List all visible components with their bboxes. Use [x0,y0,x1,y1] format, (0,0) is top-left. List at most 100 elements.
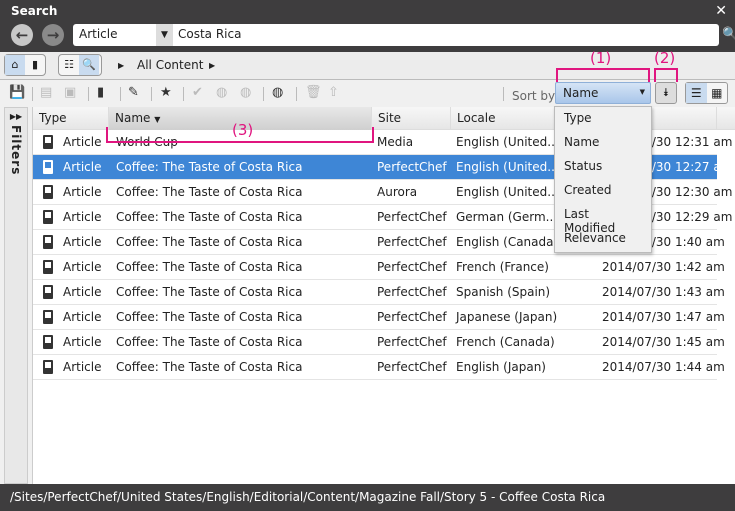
star-icon[interactable]: ★ [160,85,172,100]
sort-option-created[interactable]: Created [555,179,651,203]
home-icon[interactable]: ⌂ [5,55,25,75]
pencil-icon[interactable]: ✎ [128,85,139,100]
article-icon [43,135,53,149]
table-row[interactable]: Article Coffee: The Taste of Costa Rica … [33,280,725,305]
globe-check-icon[interactable]: ◍ [240,85,251,100]
cell-name: Coffee: The Taste of Costa Rica [116,360,303,374]
chevron-down-icon[interactable]: ▼ [156,24,173,46]
filters-label: Filters [9,125,23,176]
annotation-label-2: (2) [654,49,676,67]
close-icon[interactable]: ✕ [715,3,727,19]
cell-site: Media [377,135,414,149]
cell-modified: 2014/07/30 1:44 am [602,360,725,374]
cell-type: Article [63,135,102,149]
search-mode-icon[interactable]: 🔍 [79,55,99,75]
breadcrumb[interactable]: All Content [137,58,203,72]
article-icon [43,310,53,324]
cell-locale: French (Canada) [456,335,555,349]
cell-type: Article [63,210,102,224]
cell-modified: 2014/07/30 1:47 am [602,310,725,324]
cell-locale: English (Canada) [456,235,559,249]
column-site[interactable]: Site [372,107,451,130]
book-icon[interactable]: ▮ [25,55,45,75]
annotation-label-3: (3) [232,121,254,139]
table-row[interactable]: Article Coffee: The Taste of Costa Rica … [33,305,725,330]
expand-icon[interactable]: ▶▶ [5,112,27,121]
column-locale[interactable]: Locale [451,107,556,130]
cell-site: PerfectChef [377,335,447,349]
table-row[interactable]: Article Coffee: The Taste of Costa Rica … [33,355,725,380]
sort-dropdown-menu: Type Name Status Created Last Modified R… [554,106,652,253]
status-bar-path: /Sites/PerfectChef/United States/English… [0,484,735,511]
globe-icon[interactable]: ◍ [216,85,227,100]
cell-site: PerfectChef [377,235,447,249]
grid-view-icon[interactable]: ▦ [707,83,728,103]
cell-site: PerfectChef [377,160,447,174]
sort-option-type[interactable]: Type [555,107,651,131]
add-copy-icon[interactable]: ▣ [64,85,76,100]
tree-icon[interactable]: ☷ [59,55,79,75]
sort-option-status[interactable]: Status [555,155,651,179]
cell-site: PerfectChef [377,310,447,324]
cell-type: Article [63,185,102,199]
cell-type: Article [63,260,102,274]
pages-icon[interactable]: ▮ [97,85,104,100]
chevron-right-icon[interactable]: ▶ [118,61,124,70]
cell-locale: French (France) [456,260,549,274]
sort-option-last-modified[interactable]: Last Modified [555,203,651,235]
check-icon[interactable]: ✔ [192,85,203,100]
cell-name: Coffee: The Taste of Costa Rica [116,285,303,299]
cell-name: Coffee: The Taste of Costa Rica [116,335,303,349]
cell-locale: English (United... [456,185,559,199]
article-icon [43,235,53,249]
annotation-box-1 [556,68,650,82]
chevron-right-icon[interactable]: ▶ [209,61,215,70]
cell-name: Coffee: The Taste of Costa Rica [116,235,303,249]
annotation-label-1: (1) [590,49,612,67]
cell-modified: 2014/07/30 1:43 am [602,285,725,299]
sort-down-icon: ▼ [154,115,161,124]
back-button[interactable]: ← [11,24,33,46]
sort-select[interactable]: Name ▼ [555,82,651,104]
cell-site: PerfectChef [377,285,447,299]
cell-locale: English (United... [456,135,559,149]
sort-direction-button[interactable]: ⯯ [655,82,677,104]
cell-modified: 2014/07/30 1:45 am [602,335,725,349]
article-icon [43,285,53,299]
column-name-label: Name [115,111,151,125]
annotation-box-2 [654,68,678,82]
table-row[interactable]: Article Coffee: The Taste of Costa Rica … [33,255,725,280]
sort-selected: Name [563,86,599,100]
type-select-value: Article [79,27,118,41]
filters-panel[interactable]: ▶▶ Filters [4,107,28,484]
cell-locale: Japanese (Japan) [456,310,558,324]
cell-type: Article [63,235,102,249]
type-select[interactable]: Article ▼ [73,24,173,46]
article-icon [43,260,53,274]
table-row[interactable]: Article Coffee: The Taste of Costa Rica … [33,330,725,355]
cell-type: Article [63,360,102,374]
column-type[interactable]: Type [33,107,109,130]
cell-site: PerfectChef [377,360,447,374]
list-view-icon[interactable]: ☰ [686,83,707,103]
sort-label: Sort by: [512,89,559,103]
forward-button[interactable]: → [42,24,64,46]
cell-modified: 2014/07/30 1:42 am [602,260,725,274]
sort-option-relevance[interactable]: Relevance [555,227,651,251]
sort-option-name[interactable]: Name [555,131,651,155]
cell-name: Coffee: The Taste of Costa Rica [116,260,303,274]
save-icon[interactable]: 💾 [9,85,25,100]
search-icon[interactable]: 🔍 [722,27,735,42]
search-input[interactable]: Costa Rica [173,24,719,46]
add-icon[interactable]: ▤ [40,85,52,100]
view-toggle: ☰ ▦ [685,82,728,104]
trash-icon[interactable]: 🗑 [305,85,322,100]
window-title: Search [11,4,58,18]
cell-site: Aurora [377,185,418,199]
cell-type: Article [63,160,102,174]
title-bar: Search ✕ ← → Article ▼ Costa Rica 🔍 [0,0,735,52]
cell-type: Article [63,335,102,349]
upload-icon[interactable]: ⇧ [328,85,339,100]
globe-delete-icon[interactable]: ◍ [272,85,283,100]
cell-locale: German (Germ... [456,210,558,224]
